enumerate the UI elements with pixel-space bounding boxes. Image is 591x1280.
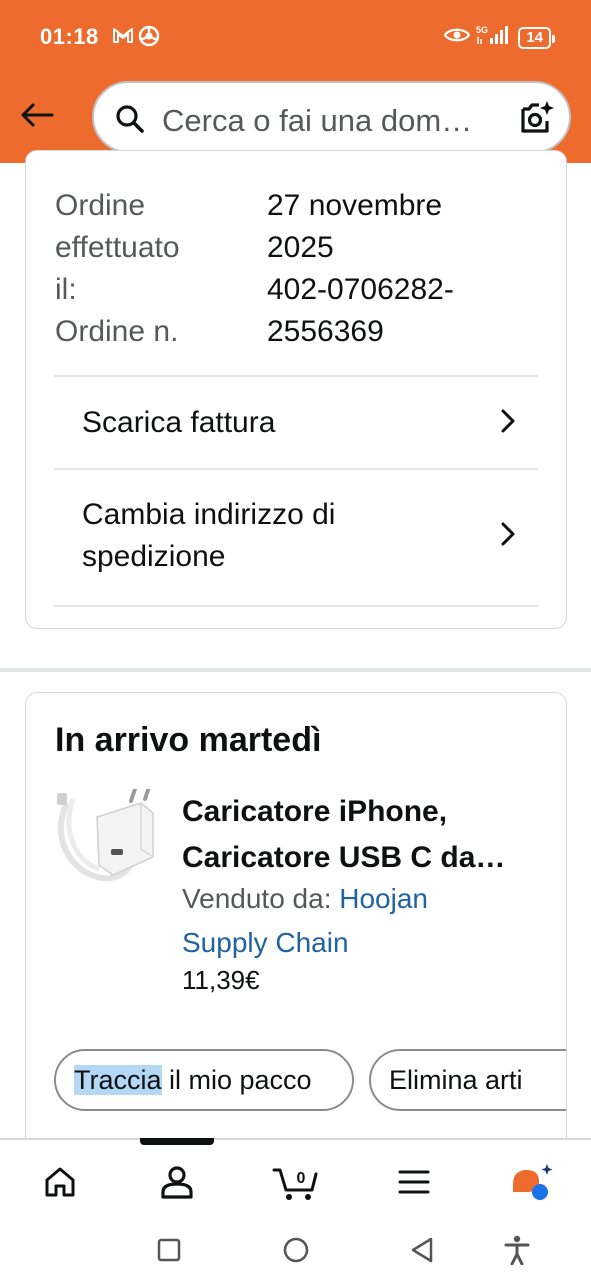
sold-by-label: Venduto da: (182, 883, 340, 914)
product-title-line2: Caricatore USB C da… (182, 841, 506, 874)
accessibility-button[interactable] (497, 1230, 537, 1270)
chevron-right-icon (500, 408, 538, 439)
nav-rufus[interactable] (504, 1154, 560, 1210)
change-address-label-line1: Cambia indirizzo di (82, 498, 336, 531)
order-date-value: 27 novembre (267, 189, 443, 222)
product-title-line1: Caricatore iPhone, (182, 795, 448, 828)
signal-5g-icon: 5G (476, 24, 512, 51)
product-price: 11,39€ (182, 965, 260, 995)
square-icon (157, 1238, 181, 1262)
search-input[interactable]: Cerca o fai una dom… (162, 103, 472, 139)
order-values: 27 novembre 2025 402-0706282- 2556369 (267, 185, 454, 353)
gmail-icon (112, 25, 134, 52)
app-header: 01:18 5G 14 Cerca o fai una dom… (0, 0, 591, 163)
chevron-right-icon (500, 521, 538, 552)
order-date-label: Ordine (55, 189, 146, 222)
accessibility-icon (504, 1235, 530, 1265)
delete-item-button[interactable]: Elimina arti (369, 1049, 566, 1111)
nav-account[interactable] (149, 1154, 205, 1210)
delete-item-label: Elimina arti (389, 1065, 523, 1095)
nav-menu[interactable] (386, 1154, 442, 1210)
seller-info: Venduto da: Hoojan Supply Chain (182, 877, 502, 965)
order-date-value: 2025 (267, 231, 334, 264)
cart-count: 0 (297, 1170, 306, 1187)
product-title[interactable]: Caricatore iPhone, Caricatore USB C da… (182, 789, 552, 881)
change-address-label: Cambia indirizzo di spedizione (54, 494, 335, 578)
camera-sparkle-icon[interactable] (517, 99, 555, 142)
search-bar[interactable]: Cerca o fai una dom… (92, 81, 571, 153)
order-date-label: il: (55, 273, 77, 306)
rufus-ai-icon (513, 1164, 553, 1200)
active-tab-indicator (140, 1138, 214, 1145)
bottom-navigation: 0 (0, 1138, 591, 1216)
menu-icon (398, 1170, 430, 1194)
divider (54, 375, 538, 377)
back-button[interactable] (14, 92, 60, 138)
section-separator (0, 668, 591, 672)
change-address-link[interactable]: Cambia indirizzo di spedizione (54, 493, 538, 579)
order-labels: Ordine effettuato il: Ordine n. (55, 185, 180, 353)
search-icon (114, 103, 146, 140)
status-right: 5G 14 (444, 24, 555, 51)
nav-home[interactable] (32, 1154, 88, 1210)
nav-cart[interactable]: 0 (268, 1154, 324, 1210)
track-package-label: il mio pacco (161, 1065, 312, 1095)
download-invoice-link[interactable]: Scarica fattura (54, 397, 538, 449)
order-number-value: 402-0706282- (267, 273, 454, 306)
arrival-heading: In arrivo martedì (55, 721, 322, 759)
system-navigation (0, 1216, 591, 1280)
order-details-card: Ordine effettuato il: Ordine n. 27 novem… (25, 150, 567, 629)
battery-icon: 14 (518, 26, 555, 49)
track-package-label-highlight: Traccia (74, 1065, 162, 1095)
status-time: 01:18 (40, 24, 99, 49)
circle-icon (283, 1237, 309, 1263)
shipment-card: In arrivo martedì Caricatore iPhone, Car… (25, 692, 567, 1152)
product-image[interactable] (53, 785, 163, 889)
arrow-left-icon (21, 103, 54, 127)
cart-icon: 0 (272, 1168, 318, 1200)
status-left-icons (112, 25, 160, 52)
divider (54, 468, 538, 470)
triangle-back-icon (411, 1237, 433, 1263)
svg-text:5G: 5G (476, 25, 488, 35)
order-date-label: effettuato (55, 231, 180, 264)
account-icon (161, 1166, 193, 1199)
track-package-button[interactable]: Traccia il mio pacco (54, 1049, 354, 1111)
home-icon (45, 1167, 75, 1197)
chrome-icon (138, 25, 160, 52)
divider (54, 605, 538, 607)
order-number-value: 2556369 (267, 315, 384, 348)
order-number-label: Ordine n. (55, 315, 179, 348)
home-button[interactable] (276, 1230, 316, 1270)
recents-button[interactable] (149, 1230, 189, 1270)
change-address-label-line2: spedizione (82, 540, 226, 573)
download-invoice-label: Scarica fattura (82, 406, 276, 439)
eye-icon (444, 26, 471, 49)
back-nav-button[interactable] (402, 1230, 442, 1270)
